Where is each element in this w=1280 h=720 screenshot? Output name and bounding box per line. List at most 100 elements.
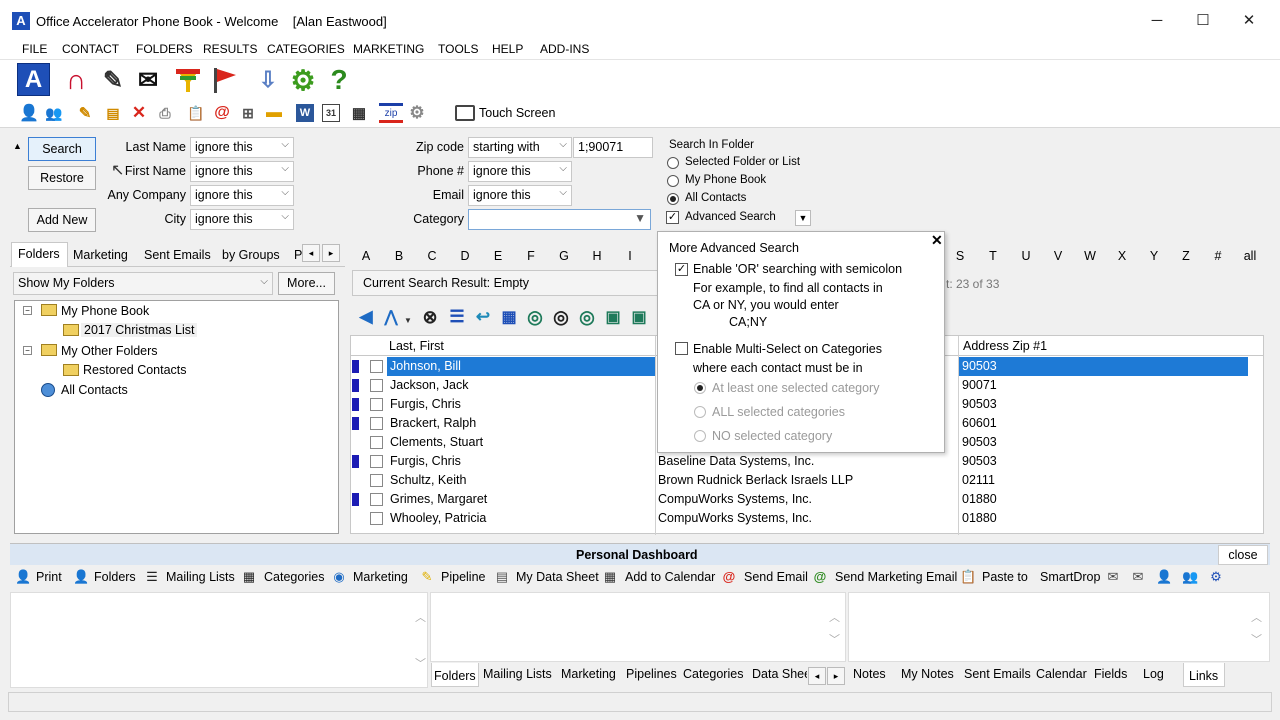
undo-icon[interactable]: ↩ [473,307,493,327]
letter-e[interactable]: E [488,249,508,263]
scroll-up-icon[interactable]: ︿ [829,609,840,625]
btab-sent-emails[interactable]: Sent Emails [964,667,1031,681]
pencil-icon[interactable]: ✎ [97,64,129,96]
select-icon[interactable]: ▣ [628,307,650,327]
letter-u[interactable]: U [1016,249,1036,263]
dash-print[interactable]: Print [36,570,62,584]
gear-settings-icon[interactable]: ⚙ [287,64,319,96]
collapse-arrow-icon[interactable]: ▲ [13,141,22,151]
accelerator-icon[interactable]: A [17,63,50,96]
tree-my-phone-book[interactable]: My Phone Book [61,304,149,318]
btab-my-notes[interactable]: My Notes [901,667,954,681]
city-select[interactable]: ignore this ⌵ [190,209,294,230]
delete-icon[interactable]: ✕ [130,103,148,122]
tree-all-contacts[interactable]: All Contacts [61,383,128,397]
btab-log[interactable]: Log [1143,667,1164,681]
touch-screen-label[interactable]: Touch Screen [479,106,555,120]
tab-sent-emails[interactable]: Sent Emails [144,248,211,262]
radio-selected-folder[interactable] [667,157,679,169]
dash-send-marketing-email[interactable]: Send Marketing Email [835,570,957,584]
flag-icon[interactable] [208,64,240,96]
letter-g[interactable]: G [554,249,574,263]
chevron-down-icon[interactable]: ▼ [403,316,413,325]
letter-v[interactable]: V [1048,249,1068,263]
people-blue-icon[interactable]: 👥 [1182,569,1198,585]
scroll-down-icon[interactable]: ﹀ [415,655,426,671]
zip-icon[interactable]: zip [379,103,403,123]
contacts-icon[interactable]: 👥 [44,104,64,122]
row-checkbox[interactable] [370,379,383,392]
contact-icon[interactable]: 👤 [19,104,39,122]
btabs-scroll-left-icon[interactable]: ◂ [808,667,826,685]
multi-select-checkbox[interactable] [675,342,688,355]
dash-folders[interactable]: Folders [94,570,136,584]
radio-no-selected[interactable] [694,430,706,442]
dash-mailing-lists[interactable]: Mailing Lists [166,570,235,584]
table-row[interactable]: Grimes, Margaret CompuWorks Systems, Inc.… [351,490,1264,509]
tree-restored-contacts[interactable]: Restored Contacts [83,363,187,377]
zip-mode-select[interactable]: starting with ⌵ [468,137,572,158]
map-icon[interactable]: ⊞ [239,104,257,122]
advanced-dropdown-icon[interactable]: ▼ [795,210,811,226]
tabs-scroll-left-icon[interactable]: ◂ [302,244,320,262]
magnet-icon[interactable]: ∩ [60,64,92,96]
btab-mailing-lists[interactable]: Mailing Lists [483,667,552,681]
row-checkbox[interactable] [370,474,383,487]
category-select[interactable]: ▼ [468,209,651,230]
letter-a[interactable]: A [356,249,376,263]
letter-h[interactable]: H [587,249,607,263]
maximize-button[interactable]: ☐ [1180,8,1226,34]
email-select[interactable]: ignore this ⌵ [468,185,572,206]
dash-add-to-calendar[interactable]: Add to Calendar [625,570,715,584]
tab-by-groups[interactable]: by Groups [222,248,280,262]
menu-tools[interactable]: TOOLS [438,42,478,56]
letter-all[interactable]: all [1240,249,1260,263]
back-arrow-icon[interactable]: ◀ [357,307,375,326]
table-row[interactable]: Whooley, Patricia CompuWorks Systems, Inc… [351,509,1264,528]
menu-results[interactable]: RESULTS [203,42,257,56]
or-search-checkbox[interactable]: ✓ [675,263,688,276]
tab-marketing[interactable]: Marketing [73,248,128,262]
btab-notes[interactable]: Notes [853,667,886,681]
close-window-button[interactable]: ✕ [1226,8,1272,34]
row-checkbox[interactable] [370,417,383,430]
edit-icon[interactable]: ✎ [76,104,94,122]
letter-y[interactable]: Y [1144,249,1164,263]
letter-f[interactable]: F [521,249,541,263]
btab-folders[interactable]: Folders [434,669,476,683]
dash-categories[interactable]: Categories [264,570,324,584]
dash-paste-to[interactable]: Paste to [982,570,1028,584]
letter-i[interactable]: I [620,249,640,263]
row-checkbox[interactable] [370,493,383,506]
intersect-icon[interactable]: ◎ [550,307,572,327]
minimize-button[interactable]: ─ [1134,8,1180,34]
letter-b[interactable]: B [389,249,409,263]
last-name-select[interactable]: ignore this ⌵ [190,137,294,158]
letter-w[interactable]: W [1080,249,1100,263]
scroll-down-icon[interactable]: ﹀ [1251,631,1262,647]
table-row[interactable]: Furgis, Chris Baseline Data Systems, Inc.… [351,452,1264,471]
dash-marketing[interactable]: Marketing [353,570,408,584]
advanced-search-checkbox[interactable]: ✓ [666,211,679,224]
popup-close-icon[interactable]: ✕ [931,232,943,249]
row-checkbox[interactable] [370,512,383,525]
menu-marketing[interactable]: MARKETING [353,42,424,56]
tabs-scroll-right-icon[interactable]: ▸ [322,244,340,262]
settings-gear-icon[interactable]: ⚙ [408,103,426,122]
table-row[interactable]: Schultz, Keith Brown Rudnick Berlack Isra… [351,471,1264,490]
dashboard-gear-icon[interactable]: ⚙ [1208,569,1224,585]
merge-icon[interactable]: ◎ [524,307,546,327]
row-checkbox[interactable] [370,398,383,411]
letter-c[interactable]: C [422,249,442,263]
print-icon[interactable]: ⎙ [156,104,174,122]
menu-contact[interactable]: CONTACT [62,42,119,56]
menu-file[interactable]: FILE [22,42,47,56]
accelerator-small-icon[interactable]: ⋀ [382,308,400,326]
first-name-select[interactable]: ignore this ⌵ [190,161,294,182]
row-checkbox[interactable] [370,436,383,449]
letter-d[interactable]: D [455,249,475,263]
phone-select[interactable]: ignore this ⌵ [468,161,572,182]
exclude-icon[interactable]: ◎ [576,307,598,327]
letter-hash[interactable]: # [1208,249,1228,263]
note-icon[interactable]: ▤ [104,104,122,122]
